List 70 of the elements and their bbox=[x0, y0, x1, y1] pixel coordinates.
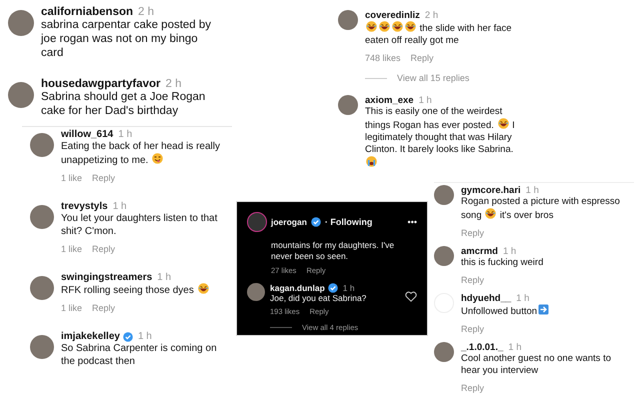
username[interactable]: gymcore.hari bbox=[461, 185, 521, 196]
comment-text: Joe, did you eat Sabrina? bbox=[270, 293, 366, 303]
laughing-emoji-icon bbox=[405, 21, 416, 32]
like-count: 1 like bbox=[61, 173, 82, 183]
avatar-photo-placeholder bbox=[30, 335, 54, 359]
caption-text: mountains for my daughters. I've never been so seen. bbox=[271, 240, 396, 262]
laughing-emoji-icon bbox=[498, 118, 509, 129]
timestamp: 1 h bbox=[516, 293, 530, 304]
username[interactable]: joerogan bbox=[271, 217, 307, 227]
following-label[interactable]: · Following bbox=[324, 217, 372, 227]
timestamp: 1 h bbox=[112, 201, 127, 212]
comment-text: Sabrina should get a Joe Rogan cake for her Dad's birthday bbox=[41, 90, 206, 118]
username[interactable]: kagan.dunlap bbox=[270, 283, 325, 293]
comment-text: You let your daughters listen to that shit? C'mon. bbox=[61, 212, 218, 238]
avatar-photo-placeholder bbox=[434, 342, 454, 362]
avatar-photo-placeholder bbox=[30, 276, 54, 300]
avatar-photo-placeholder bbox=[8, 10, 34, 36]
timestamp: 1 h bbox=[157, 272, 172, 283]
username[interactable]: axiom_exe bbox=[365, 95, 414, 106]
comment-text: this is fucking weird bbox=[461, 257, 544, 269]
laughing-emoji-icon bbox=[392, 21, 403, 32]
avatar-photo-placeholder bbox=[8, 82, 34, 108]
timestamp: 1 h bbox=[118, 129, 132, 140]
laughing-emoji-icon bbox=[198, 283, 209, 294]
timestamp: 2 h bbox=[166, 78, 182, 90]
comment-text: Rogan posted a picture with espresso song it's over bros bbox=[461, 196, 621, 222]
timestamp: 1 h bbox=[502, 246, 516, 257]
like-count: 1 like bbox=[61, 303, 82, 313]
username[interactable]: californiabenson bbox=[41, 6, 134, 18]
comment-text: Unfollowed button bbox=[461, 304, 621, 318]
avatar-photo-placeholder bbox=[338, 10, 358, 30]
timestamp: 2 h bbox=[138, 6, 154, 18]
avatar-photo-placeholder bbox=[434, 246, 454, 266]
crying-emoji-icon bbox=[366, 156, 377, 167]
comment-text: the slide with her face eaten off really got me bbox=[365, 21, 513, 47]
more-options-button[interactable]: ••• bbox=[408, 217, 417, 227]
username[interactable]: coveredinliz bbox=[365, 10, 420, 21]
username[interactable]: imjakekelley bbox=[61, 331, 120, 342]
laughing-emoji-icon bbox=[485, 208, 496, 219]
username[interactable]: trevystyls bbox=[61, 201, 108, 212]
avatar-photo-placeholder bbox=[247, 283, 265, 301]
comment-text: This is easily one of the weirdest things Rogan has ever posted. I legitimately thought that was Hilary Clinton. It barely looks like Sabrina. bbox=[365, 106, 515, 170]
avatar-photo-placeholder bbox=[434, 185, 454, 205]
timestamp: 1 h bbox=[138, 331, 152, 342]
right-arrow-icon bbox=[538, 304, 550, 315]
comment-text: RFK rolling seeing those dyes bbox=[61, 283, 226, 297]
like-count: 748 likes bbox=[365, 53, 401, 63]
comment-text: sabrina carpentar cake posted by joe rogan was not on my bingo card bbox=[41, 18, 212, 60]
like-count: 1 like bbox=[61, 244, 82, 254]
comment-text: Cool another guest no one wants to hear you interview bbox=[461, 353, 612, 377]
timestamp: 1 h bbox=[526, 185, 539, 196]
username[interactable]: amcrmd bbox=[461, 246, 498, 257]
timestamp: 1 h bbox=[418, 95, 432, 106]
username[interactable]: hdyuehd__ bbox=[461, 293, 512, 304]
username[interactable]: _.1.0.01._ bbox=[461, 342, 504, 353]
avatar-photo-placeholder bbox=[338, 95, 358, 115]
timestamp: 2 h bbox=[424, 10, 438, 21]
username[interactable]: willow_614 bbox=[61, 129, 114, 140]
username[interactable]: swingingstreamers bbox=[61, 272, 152, 283]
smiling-emoji-icon bbox=[152, 153, 164, 164]
laughing-emoji-icon bbox=[366, 21, 377, 32]
comment-text: Eating the back of her head is really unappetizing to me. bbox=[61, 140, 221, 167]
avatar-photo-placeholder bbox=[247, 212, 267, 232]
timestamp: 1 h bbox=[342, 283, 355, 293]
avatar-photo-placeholder bbox=[30, 205, 54, 229]
avatar-photo-placeholder bbox=[30, 133, 54, 157]
laughing-emoji-icon bbox=[379, 21, 390, 32]
username[interactable]: housedawgpartyfavor bbox=[41, 78, 160, 90]
comment-text: So Sabrina Carpenter is coming on the podcast then bbox=[61, 342, 218, 368]
timestamp: 1 h bbox=[508, 342, 522, 353]
